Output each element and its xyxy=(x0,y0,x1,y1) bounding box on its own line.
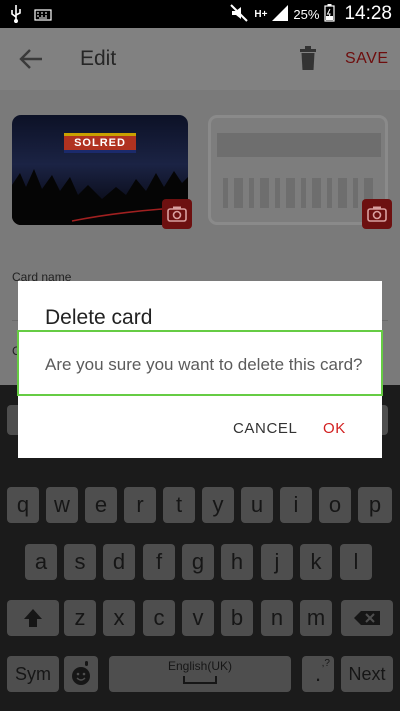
card-back-image[interactable] xyxy=(208,115,388,225)
key-j[interactable]: j xyxy=(261,544,293,580)
card-logo: SOLRED xyxy=(64,133,136,153)
keyboard-icon xyxy=(34,8,52,26)
key-b[interactable]: b xyxy=(221,600,253,636)
dialog-message-box: Are you sure you want to delete this car… xyxy=(17,330,383,396)
key-g[interactable]: g xyxy=(182,544,214,580)
dialog-title: Delete card xyxy=(45,306,153,329)
battery-icon xyxy=(324,3,336,25)
key-f[interactable]: f xyxy=(143,544,175,580)
app-bar: Edit SAVE xyxy=(0,28,400,90)
period-key[interactable]: ,? . xyxy=(302,656,334,692)
key-k[interactable]: k xyxy=(300,544,332,580)
page-title: Edit xyxy=(80,47,117,70)
back-arrow-icon xyxy=(19,49,42,69)
backspace-icon xyxy=(354,611,380,625)
space-bar-icon xyxy=(183,676,217,684)
cancel-button[interactable]: CANCEL xyxy=(233,420,297,437)
key-l[interactable]: l xyxy=(340,544,372,580)
shift-icon xyxy=(24,609,42,627)
save-button[interactable]: SAVE xyxy=(345,50,389,68)
usb-icon xyxy=(10,5,22,28)
key-q[interactable]: q xyxy=(7,487,39,523)
camera-icon xyxy=(367,206,387,222)
key-c[interactable]: c xyxy=(143,600,175,636)
key-p[interactable]: p xyxy=(358,487,392,523)
key-r[interactable]: r xyxy=(124,487,156,523)
key-n[interactable]: n xyxy=(261,600,293,636)
status-bar: H+ 25% 14:28 xyxy=(0,0,400,28)
delete-card-dialog: Delete card Are you sure you want to del… xyxy=(17,281,383,458)
key-w[interactable]: w xyxy=(46,487,78,523)
key-o[interactable]: o xyxy=(319,487,351,523)
space-key[interactable]: English(UK) xyxy=(109,656,291,692)
dialog-message: Are you sure you want to delete this car… xyxy=(45,355,363,374)
trash-icon xyxy=(300,46,316,70)
camera-icon xyxy=(167,206,187,222)
key-i[interactable]: i xyxy=(280,487,312,523)
key-x[interactable]: x xyxy=(103,600,135,636)
shift-key[interactable] xyxy=(7,600,59,636)
signal-icon xyxy=(272,4,289,24)
key-s[interactable]: s xyxy=(64,544,96,580)
emoji-mic-key[interactable] xyxy=(64,656,98,692)
key-h[interactable]: h xyxy=(221,544,253,580)
key-m[interactable]: m xyxy=(300,600,332,636)
back-button[interactable] xyxy=(18,47,44,71)
key-e[interactable]: e xyxy=(85,487,117,523)
key-y[interactable]: y xyxy=(202,487,234,523)
key-u[interactable]: u xyxy=(241,487,273,523)
key-t[interactable]: t xyxy=(163,487,195,523)
emoji-mic-icon xyxy=(72,661,90,685)
front-camera-button[interactable] xyxy=(162,199,192,229)
ok-button[interactable]: OK xyxy=(323,420,346,437)
backspace-key[interactable] xyxy=(341,600,393,636)
card-stripe-graphic xyxy=(217,133,381,157)
period-key-hint: ,? xyxy=(321,658,330,669)
barcode-graphic xyxy=(223,178,373,208)
delete-button[interactable] xyxy=(298,46,318,70)
sym-key[interactable]: Sym xyxy=(7,656,59,692)
clock: 14:28 xyxy=(344,3,392,24)
back-camera-button[interactable] xyxy=(362,199,392,229)
key-z[interactable]: z xyxy=(64,600,96,636)
key-v[interactable]: v xyxy=(182,600,214,636)
key-a[interactable]: a xyxy=(25,544,57,580)
battery-percent: 25% xyxy=(293,6,320,22)
key-d[interactable]: d xyxy=(103,544,135,580)
space-key-label: English(UK) xyxy=(167,659,233,673)
next-key[interactable]: Next xyxy=(341,656,393,692)
network-type: H+ xyxy=(254,8,268,20)
mute-icon xyxy=(229,3,249,25)
period-key-label: . xyxy=(314,661,322,686)
